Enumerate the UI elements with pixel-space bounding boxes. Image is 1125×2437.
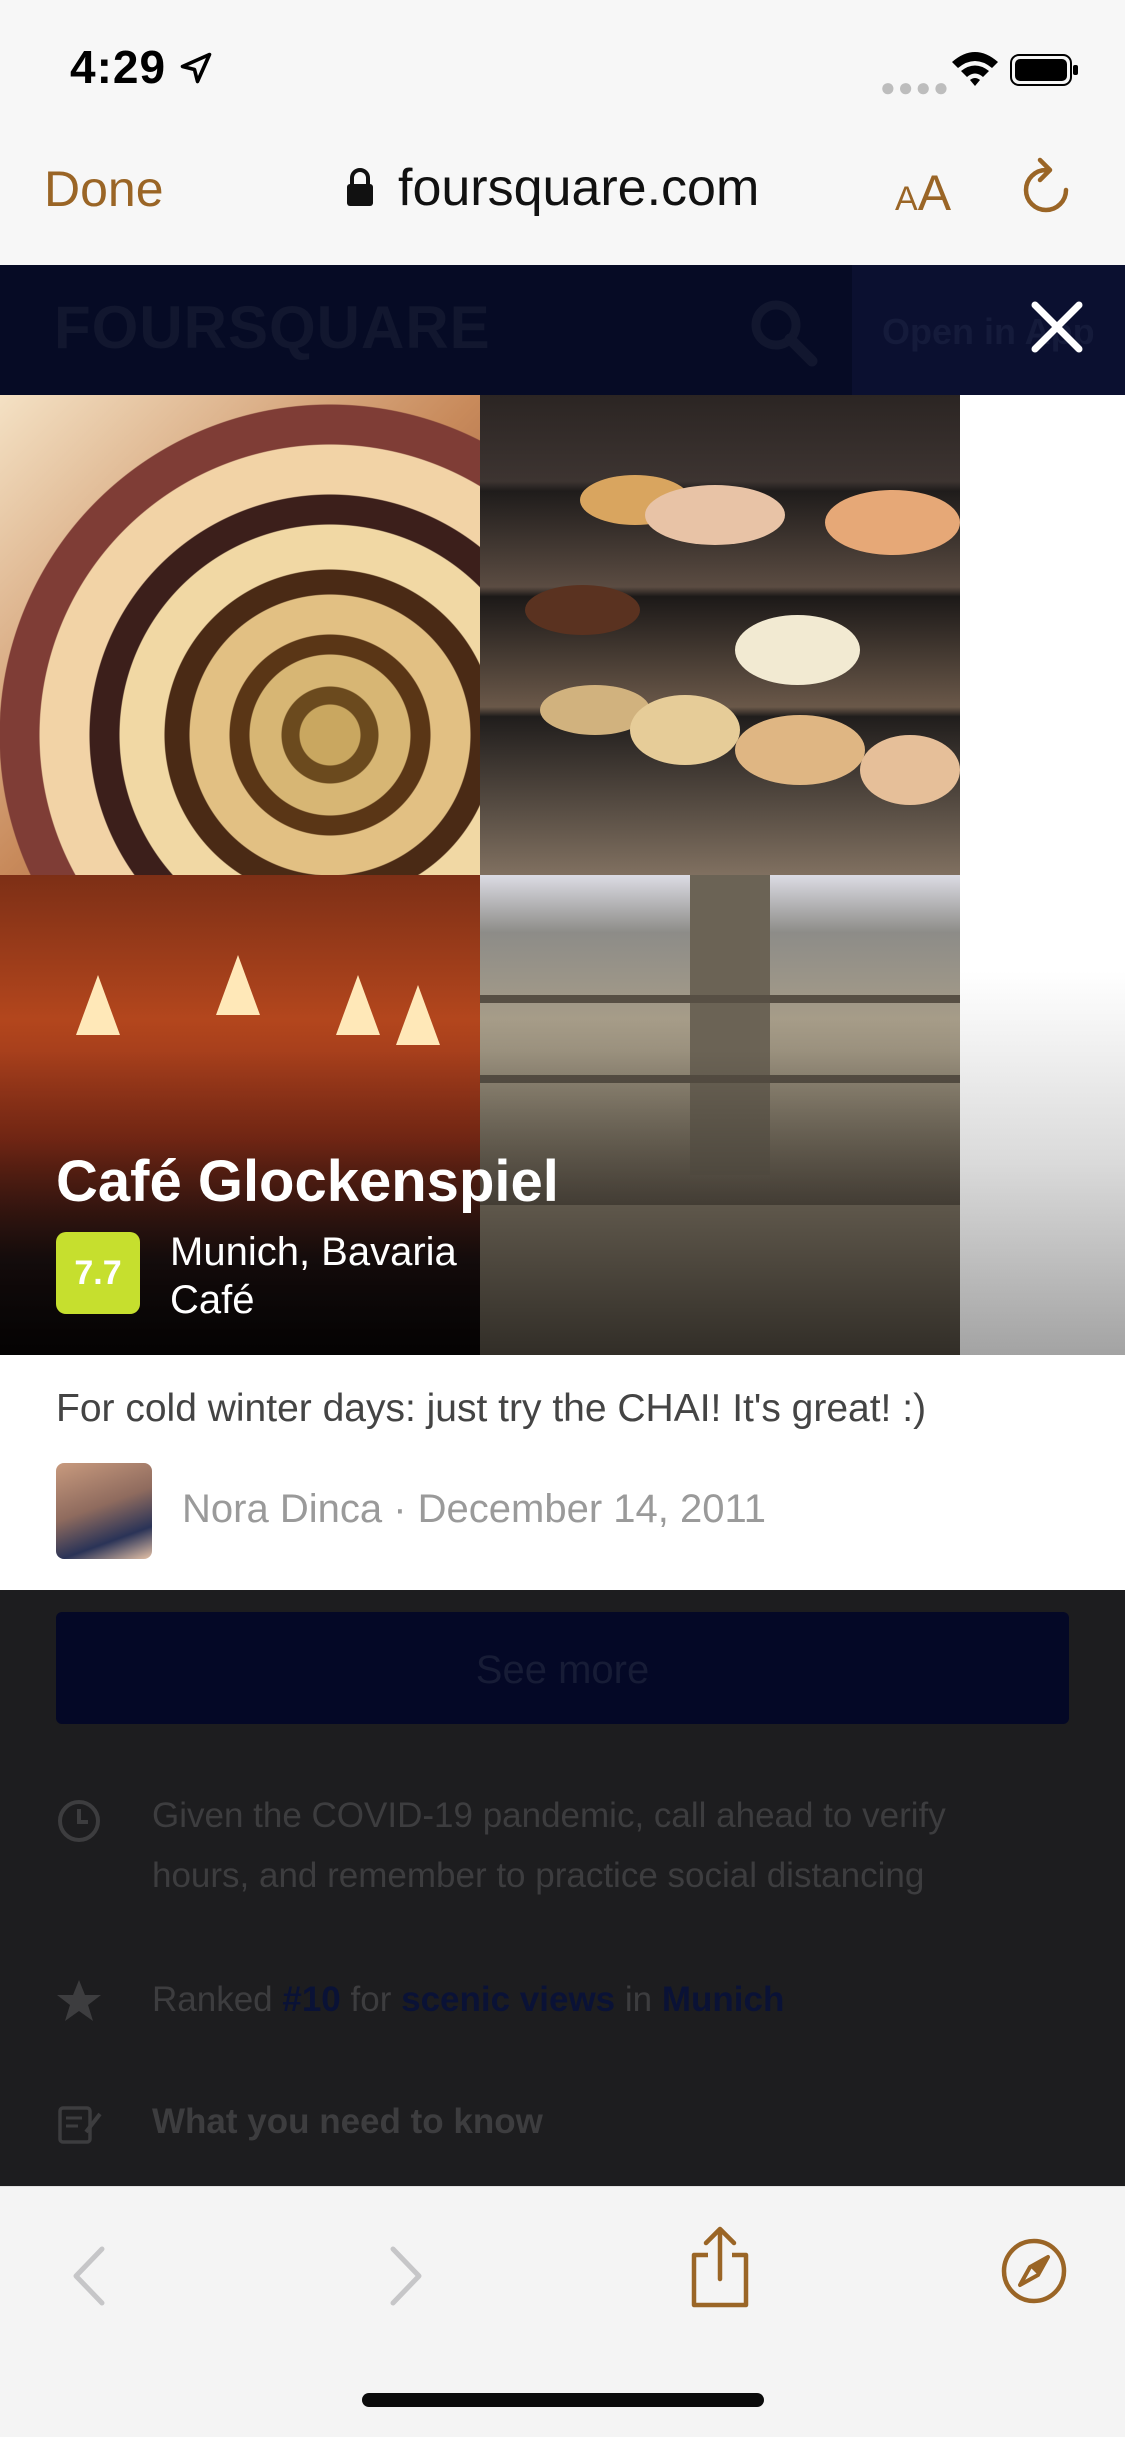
cake bbox=[735, 615, 860, 685]
tip-card: For cold winter days: just try the CHAI!… bbox=[0, 1355, 1125, 1590]
status-time: 4:29 bbox=[70, 41, 167, 93]
tip-author: Nora Dinca · December 14, 2011 bbox=[182, 1487, 766, 1531]
share-icon[interactable] bbox=[688, 2225, 752, 2309]
cake bbox=[525, 585, 640, 635]
ranked-city-link[interactable]: Munich bbox=[662, 1980, 784, 2019]
browser-address-bar: Done foursquare.com AA bbox=[0, 130, 1125, 266]
see-more-label: See more bbox=[475, 1648, 650, 1692]
facade-line bbox=[480, 995, 960, 1003]
wifi-icon bbox=[952, 52, 998, 86]
ranked-topic-link[interactable]: scenic views bbox=[401, 1980, 615, 2019]
page-content-dimmed: See more Given the COVID-19 pandemic, ca… bbox=[0, 1590, 1125, 2186]
venue-location: Munich, Bavaria bbox=[170, 1230, 457, 1274]
home-indicator[interactable] bbox=[362, 2393, 764, 2407]
see-more-button[interactable]: See more bbox=[56, 1612, 1069, 1724]
venue-category: Café bbox=[170, 1278, 255, 1322]
text-size-button[interactable]: AA bbox=[895, 164, 951, 222]
what-you-need-to-know-heading: What you need to know bbox=[152, 2102, 543, 2141]
lamp bbox=[216, 955, 260, 1015]
cake bbox=[825, 490, 960, 555]
done-button[interactable]: Done bbox=[44, 160, 164, 218]
text-size-large: A bbox=[917, 165, 952, 221]
lamp bbox=[76, 975, 120, 1035]
photo-cake-display[interactable] bbox=[480, 395, 960, 875]
clock-icon bbox=[58, 1800, 100, 1842]
url-field[interactable]: foursquare.com bbox=[398, 158, 759, 218]
covid-notice-line1: Given the COVID-19 pandemic, call ahead … bbox=[152, 1796, 946, 1835]
foursquare-logo[interactable]: FOURSQUARE bbox=[54, 293, 491, 362]
text-size-small: A bbox=[895, 180, 918, 218]
lamp bbox=[336, 975, 380, 1035]
venue-name: Café Glockenspiel bbox=[56, 1149, 559, 1214]
star-icon bbox=[57, 1980, 101, 2021]
photo-spiral-staircase[interactable] bbox=[0, 395, 480, 875]
cake bbox=[645, 485, 785, 545]
lock-icon bbox=[347, 168, 373, 206]
cake bbox=[630, 695, 740, 765]
cake bbox=[735, 715, 865, 785]
search-icon[interactable] bbox=[748, 297, 818, 367]
forward-icon[interactable] bbox=[375, 2241, 435, 2311]
avatar[interactable] bbox=[56, 1463, 152, 1559]
ranked-in: in bbox=[624, 1980, 653, 2019]
compass-icon[interactable] bbox=[1000, 2237, 1068, 2305]
note-icon bbox=[58, 2106, 102, 2144]
battery-icon bbox=[1010, 54, 1078, 86]
close-icon[interactable] bbox=[1025, 295, 1089, 359]
status-bar: 4:29 ●●●● bbox=[0, 0, 1125, 130]
site-header: FOURSQUARE Open in App bbox=[0, 265, 1125, 395]
venue-score-badge: 7.7 bbox=[56, 1232, 140, 1314]
location-arrow-icon bbox=[180, 52, 212, 84]
covid-notice-line2: hours, and remember to practice social d… bbox=[152, 1856, 925, 1895]
reload-icon[interactable] bbox=[1018, 156, 1074, 216]
cake bbox=[860, 735, 960, 805]
signal-dots: ●●●● bbox=[880, 72, 951, 102]
back-icon[interactable] bbox=[60, 2241, 120, 2311]
ranked-rank-link[interactable]: #10 bbox=[282, 1980, 340, 2019]
ranked-for: for bbox=[350, 1980, 392, 2019]
ranking-line: Ranked #10 for scenic views in Munich bbox=[152, 1980, 784, 2020]
collage-right-edge bbox=[960, 395, 1125, 1355]
ranked-prefix: Ranked bbox=[152, 1980, 273, 2019]
lamp bbox=[396, 985, 440, 1045]
tip-text: For cold winter days: just try the CHAI!… bbox=[56, 1387, 927, 1430]
